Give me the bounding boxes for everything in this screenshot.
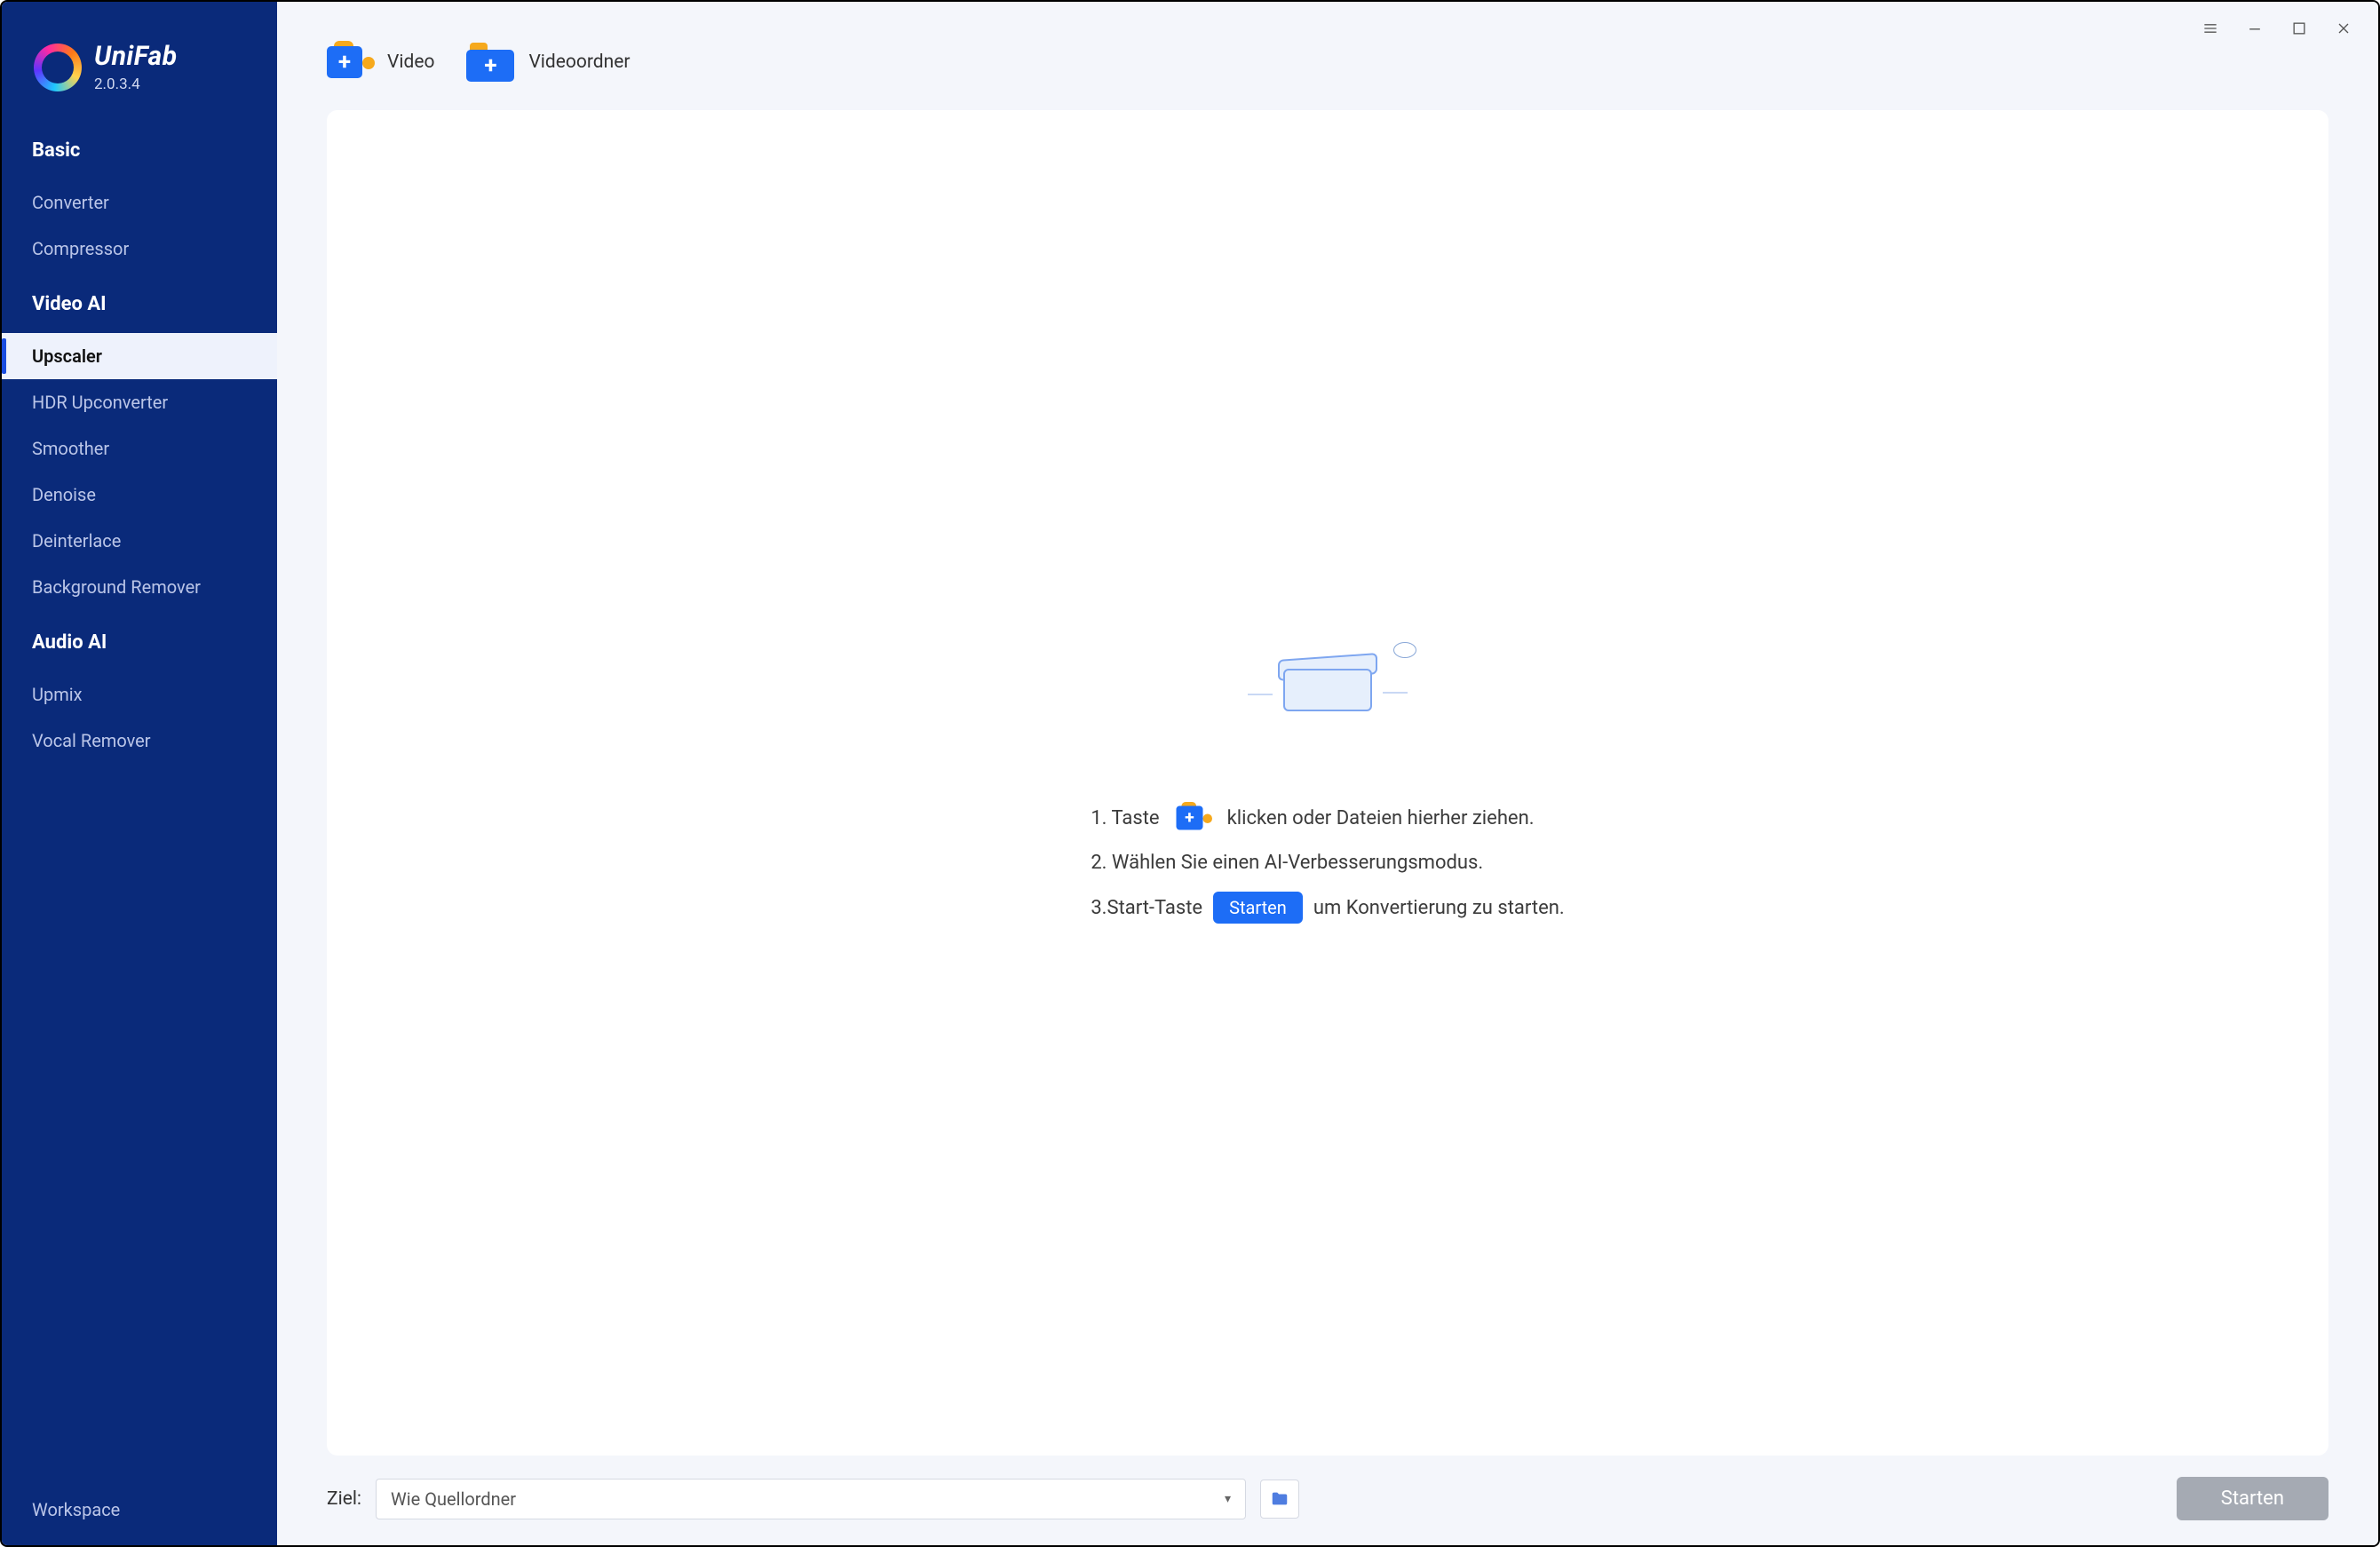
step1-text-b: klicken oder Dateien hierher ziehen. [1227, 807, 1535, 829]
window-controls [2190, 11, 2364, 46]
sidebar-item-compressor[interactable]: Compressor [2, 226, 277, 272]
add-video-label: Video [387, 52, 434, 73]
sidebar-item-deinterlace[interactable]: Deinterlace [2, 518, 277, 564]
app-name: UniFab [94, 41, 178, 72]
folder-plus-icon: + [466, 41, 514, 83]
sidebar-item-workspace[interactable]: Workspace [2, 1483, 277, 1545]
destination-value: Wie Quellordner [391, 1488, 516, 1510]
sidebar: UniFab 2.0.3.4 Basic Converter Compresso… [2, 2, 277, 1545]
inline-video-plus-icon: + [1176, 802, 1210, 834]
toolbar: + Video + Videoordner [277, 2, 2378, 110]
video-plus-icon: + [327, 41, 373, 83]
section-video-ai: Video AI [2, 272, 277, 333]
browse-folder-button[interactable] [1260, 1480, 1299, 1519]
add-folder-button[interactable]: + Videoordner [466, 41, 630, 83]
instruction-step-2: 2. Wählen Sie einen AI-Verbesserungsmodu… [1091, 852, 1564, 874]
footer-bar: Ziel: Wie Quellordner ▾ Starten [277, 1477, 2378, 1545]
add-folder-label: Videoordner [528, 52, 630, 73]
section-basic: Basic [2, 118, 277, 179]
instruction-step-3: 3.Start-Taste Starten um Konvertierung z… [1091, 892, 1564, 924]
empty-illustration [1239, 642, 1416, 722]
sidebar-item-hdr-upconverter[interactable]: HDR Upconverter [2, 379, 277, 425]
start-button[interactable]: Starten [2177, 1477, 2328, 1520]
step3-text-b: um Konvertierung zu starten. [1313, 897, 1565, 919]
maximize-icon[interactable] [2279, 11, 2320, 46]
sidebar-item-background-remover[interactable]: Background Remover [2, 564, 277, 610]
logo-icon [34, 44, 82, 91]
destination-select[interactable]: Wie Quellordner ▾ [376, 1479, 1246, 1519]
section-audio-ai: Audio AI [2, 610, 277, 671]
app-version: 2.0.3.4 [94, 75, 178, 93]
add-video-button[interactable]: + Video [327, 41, 434, 83]
app-window: UniFab 2.0.3.4 Basic Converter Compresso… [0, 0, 2380, 1547]
instruction-list: 1. Taste + klicken oder Dateien hierher … [1091, 802, 1564, 924]
sidebar-item-converter[interactable]: Converter [2, 179, 277, 226]
menu-icon[interactable] [2190, 11, 2231, 46]
main-panel: + Video + Videoordner 1. Taste [277, 2, 2378, 1545]
chevron-down-icon: ▾ [1225, 1492, 1231, 1506]
sidebar-item-upmix[interactable]: Upmix [2, 671, 277, 718]
sidebar-item-smoother[interactable]: Smoother [2, 425, 277, 472]
folder-icon [1270, 1489, 1289, 1509]
sidebar-item-vocal-remover[interactable]: Vocal Remover [2, 718, 277, 764]
sidebar-item-upscaler[interactable]: Upscaler [2, 333, 277, 379]
step3-text-a: 3.Start-Taste [1091, 897, 1202, 919]
instruction-step-1: 1. Taste + klicken oder Dateien hierher … [1091, 802, 1564, 834]
destination-label: Ziel: [327, 1488, 361, 1510]
logo-text: UniFab 2.0.3.4 [94, 41, 178, 93]
drop-zone[interactable]: 1. Taste + klicken oder Dateien hierher … [327, 110, 2328, 1456]
close-icon[interactable] [2323, 11, 2364, 46]
minimize-icon[interactable] [2234, 11, 2275, 46]
step1-text-a: 1. Taste [1091, 807, 1159, 829]
inline-start-button: Starten [1213, 892, 1303, 924]
sidebar-item-denoise[interactable]: Denoise [2, 472, 277, 518]
app-logo: UniFab 2.0.3.4 [2, 20, 277, 118]
